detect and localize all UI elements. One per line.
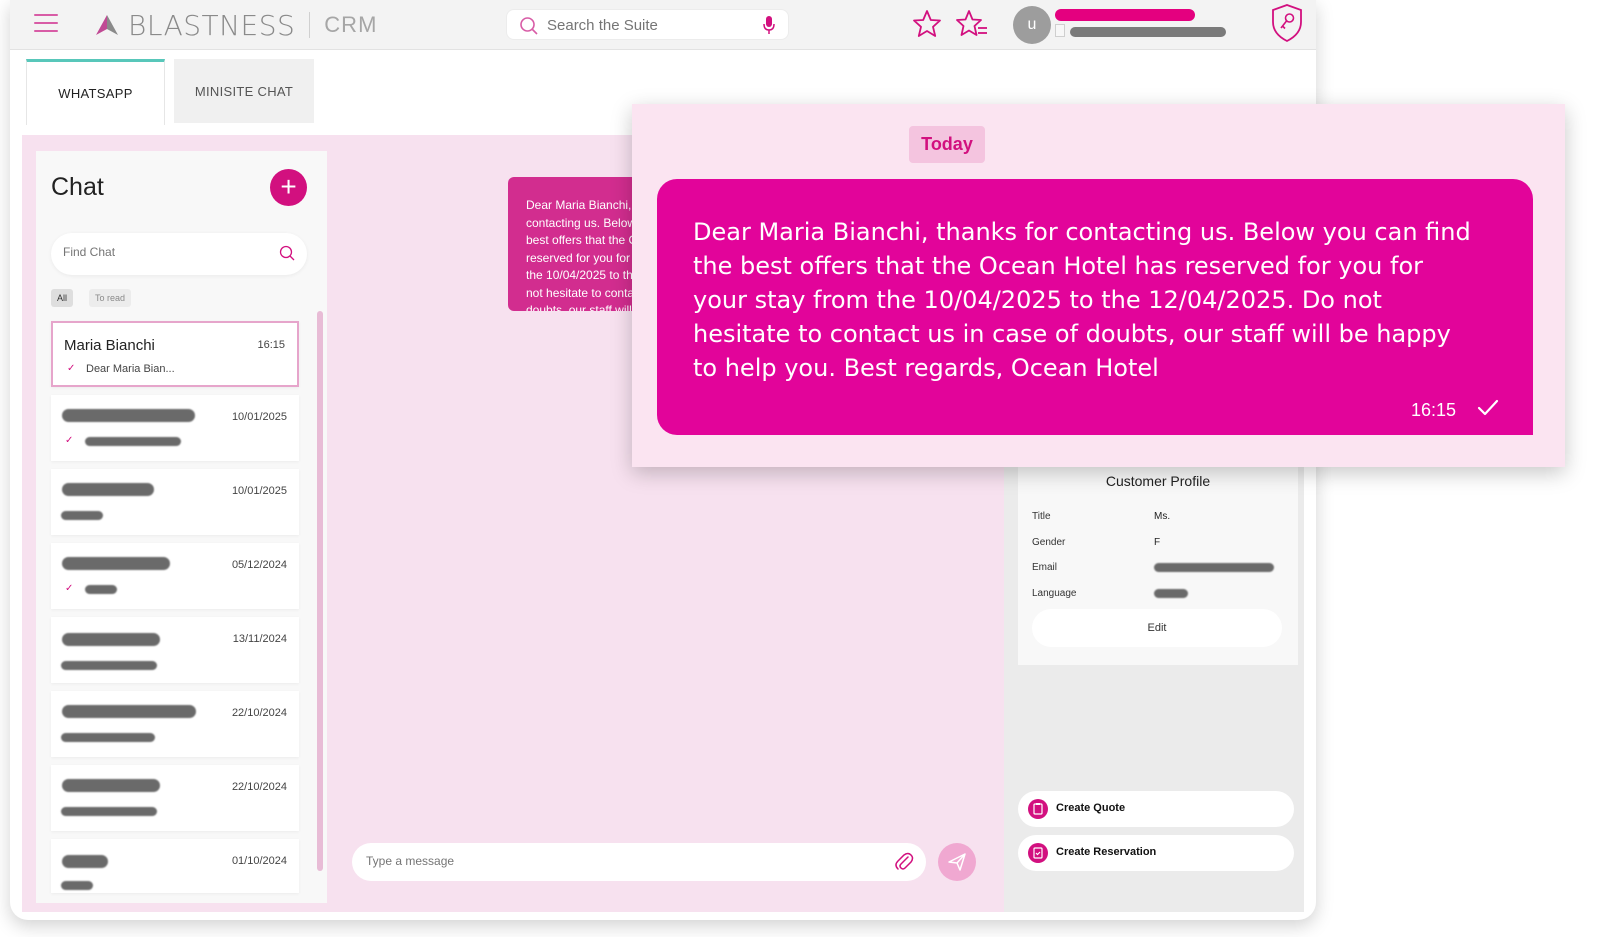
top-bar: BLASTNESS CRM u (10, 0, 1316, 50)
chat-list-panel: Chat + All To read Maria Bianchi 16:15 ✓… (36, 151, 327, 903)
chat-preview-redacted (61, 807, 157, 816)
search-icon[interactable] (279, 245, 295, 261)
create-reservation-label: Create Reservation (1056, 846, 1157, 858)
message-bubble-zoomed: Dear Maria Bianchi, thanks for contactin… (657, 179, 1533, 435)
contact-name: Maria Bianchi (64, 337, 155, 354)
chat-list-title: Chat (51, 173, 104, 201)
chat-list-item[interactable]: 22/10/2024 (51, 691, 299, 757)
chat-time: 16:15 (257, 339, 285, 351)
logo-text: BLASTNESS (128, 8, 296, 42)
new-chat-button[interactable]: + (270, 169, 307, 206)
suite-search-input[interactable] (547, 14, 747, 36)
logo-subtitle: CRM (324, 12, 378, 37)
search-icon (520, 17, 538, 35)
chat-date: 10/01/2025 (231, 411, 287, 423)
chat-preview: Dear Maria Bian... (86, 363, 175, 375)
profile-label-gender: Gender (1032, 537, 1066, 548)
contact-name-redacted (62, 779, 160, 792)
profile-value-title: Ms. (1154, 511, 1171, 522)
message-time: 16:15 (1410, 400, 1456, 420)
contact-name-redacted (62, 705, 196, 718)
tab-minisite-chat[interactable]: MINISITE CHAT (174, 59, 314, 123)
logo[interactable]: BLASTNESS CRM (92, 8, 378, 42)
chat-list-scrollbar[interactable] (317, 311, 323, 871)
create-quote-button[interactable]: Create Quote (1018, 791, 1294, 827)
chat-preview-redacted (61, 661, 157, 670)
logo-mark-icon (96, 15, 118, 35)
profile-language-redacted (1154, 589, 1188, 598)
message-zoom-popup: Today Dear Maria Bianchi, thanks for con… (632, 104, 1565, 467)
edit-profile-button[interactable]: Edit (1032, 609, 1282, 647)
favorites-list-icon[interactable] (956, 9, 988, 39)
chat-date: 22/10/2024 (231, 781, 287, 793)
filter-to-read[interactable]: To read (89, 289, 132, 307)
chat-date: 13/11/2024 (232, 633, 287, 645)
chat-date: 01/10/2024 (231, 855, 287, 867)
chat-preview-redacted (61, 733, 155, 742)
clipboard-check-icon (1028, 843, 1048, 863)
message-input[interactable] (366, 854, 846, 868)
chat-list-item[interactable]: 05/12/2024 ✓ (51, 543, 299, 609)
find-chat-input[interactable] (63, 245, 263, 259)
favorite-star-icon[interactable] (912, 9, 942, 39)
hamburger-menu-icon[interactable] (34, 14, 58, 34)
chat-preview-redacted (85, 437, 181, 446)
user-name-redacted (1055, 9, 1195, 21)
message-bubble: Dear Maria Bianchi, thanks for contactin… (508, 177, 648, 311)
profile-label-email: Email (1032, 562, 1058, 573)
attachment-icon[interactable] (894, 851, 914, 873)
chat-preview-redacted (61, 881, 93, 890)
clipboard-icon (1028, 799, 1048, 819)
avatar[interactable]: u (1013, 6, 1051, 44)
create-quote-label: Create Quote (1056, 802, 1126, 814)
contact-name-redacted (62, 483, 154, 496)
read-check-icon: ✓ (65, 435, 74, 446)
microphone-icon[interactable] (762, 15, 776, 35)
contact-name-redacted (62, 409, 195, 422)
chat-list-item[interactable]: 13/11/2024 (51, 617, 299, 683)
profile-label-title: Title (1032, 511, 1051, 522)
contact-name-redacted (62, 855, 108, 868)
contact-name-redacted (62, 557, 170, 570)
find-chat-field[interactable] (51, 233, 307, 275)
user-role-icon (1055, 24, 1065, 37)
chat-date: 22/10/2024 (231, 707, 287, 719)
chat-preview-redacted (61, 511, 103, 520)
message-text-zoomed: Dear Maria Bianchi, thanks for contactin… (693, 218, 1471, 382)
security-shield-icon[interactable] (1270, 3, 1304, 43)
send-button[interactable] (938, 843, 976, 881)
message-composer[interactable] (352, 843, 926, 881)
chat-date: 05/12/2024 (231, 559, 287, 571)
delivered-check-icon (1477, 399, 1499, 416)
profile-email-redacted (1154, 563, 1274, 572)
logo-divider (309, 12, 311, 38)
user-property-redacted (1070, 27, 1226, 37)
customer-profile-title: Customer Profile (1105, 473, 1211, 489)
suite-search[interactable] (506, 9, 789, 40)
date-separator: Today (909, 126, 985, 163)
contact-name-redacted (62, 633, 160, 646)
customer-profile-card: Customer Profile Title Ms. Gender F Emai… (1018, 461, 1298, 665)
send-icon (948, 853, 966, 871)
chat-list-item[interactable]: 10/01/2025 ✓ (51, 395, 299, 461)
chat-list-item[interactable]: 10/01/2025 (51, 469, 299, 535)
chat-date: 10/01/2025 (231, 485, 287, 497)
profile-label-language: Language (1032, 588, 1077, 599)
chat-list-item-maria-bianchi[interactable]: Maria Bianchi 16:15 ✓ Dear Maria Bian... (51, 321, 299, 387)
chat-list-item[interactable]: 22/10/2024 (51, 765, 299, 831)
chat-preview-redacted (85, 585, 117, 594)
filter-all[interactable]: All (51, 289, 74, 307)
create-reservation-button[interactable]: Create Reservation (1018, 835, 1294, 871)
message-text: Dear Maria Bianchi, thanks for contactin… (526, 198, 648, 311)
sent-check-icon: ✓ (65, 583, 74, 594)
tab-whatsapp[interactable]: WHATSAPP (26, 59, 165, 125)
chat-list-item[interactable]: 01/10/2024 (51, 839, 299, 893)
profile-value-gender: F (1154, 537, 1161, 548)
sent-check-icon: ✓ (67, 363, 76, 374)
